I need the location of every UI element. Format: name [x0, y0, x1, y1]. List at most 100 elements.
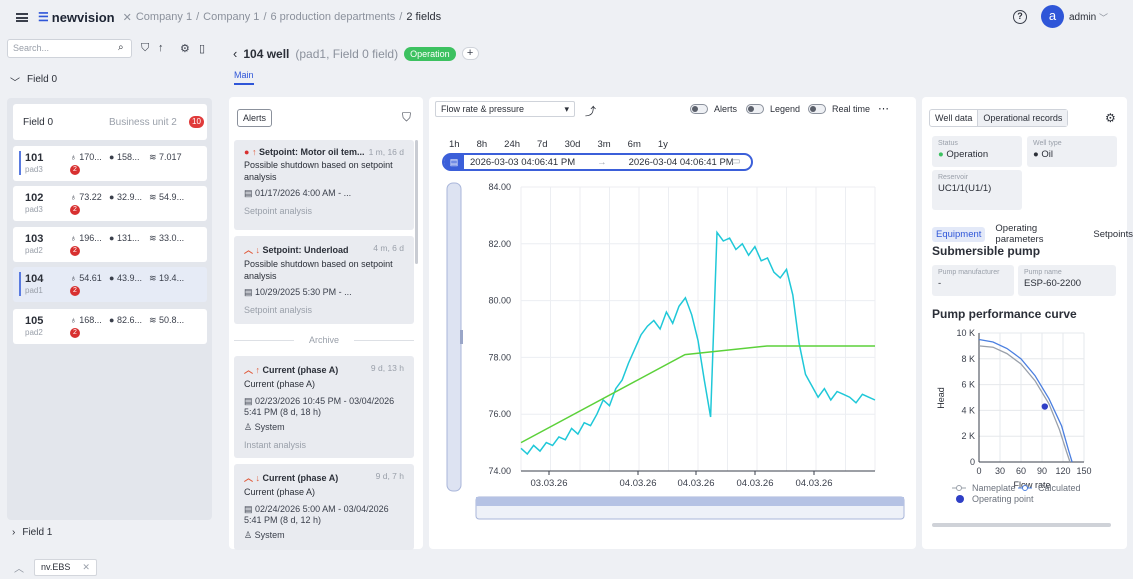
breadcrumb-item[interactable]: Company 1 — [136, 11, 192, 23]
filter-icon[interactable]: ⛉ — [141, 42, 149, 55]
date-range-picker[interactable]: 2026-03-03 04:06:41 PM → 2026-03-04 04:0… — [442, 153, 753, 171]
alert-card[interactable]: ︿ ↑ Current (phase A) 9 d, 13 h Current (… — [234, 356, 414, 458]
range-3m[interactable]: 3m — [597, 139, 610, 150]
y-tick-label: 82.00 — [488, 239, 511, 249]
alert-card[interactable]: ● ↑ Setpoint: Motor oil tem... 1 m, 16 d … — [234, 140, 414, 230]
add-icon[interactable]: + — [461, 47, 479, 60]
well-title: 104 well — [243, 46, 290, 61]
chevron-down-icon: ﹀ — [10, 78, 20, 89]
drop-icon: ● — [1033, 149, 1039, 160]
y-tick-label: 0 — [970, 457, 975, 467]
alerts-button[interactable]: Alerts — [237, 109, 273, 127]
field-0-header[interactable]: ﹀ Field 0 — [10, 74, 57, 89]
tab-operating-parameters[interactable]: Operating parameters — [995, 223, 1083, 245]
sort-up-icon[interactable]: ↑ — [158, 42, 164, 54]
breadcrumb-item[interactable]: Company 1 — [203, 11, 259, 23]
y-tick-label: 76.00 — [488, 409, 511, 419]
alert-card[interactable]: ︿ ↓ Current (phase A) 9 d, 7 h Current (p… — [234, 464, 414, 550]
range-8h[interactable]: 8h — [477, 139, 488, 150]
chevron-up-icon: ︿ — [244, 473, 254, 483]
y-tick-label: 2 K — [961, 431, 975, 441]
alert-card[interactable]: ︿ ↓ Setpoint: Underload 4 m, 6 d Possible… — [234, 236, 414, 324]
pump-name-field: Pump name ESP-60-2200 — [1018, 265, 1116, 296]
status-badge: Operation — [404, 46, 456, 61]
alarm-badge: 2 — [70, 328, 80, 338]
y-tick-label: 80.00 — [488, 296, 511, 306]
well-subtitle: (pad1, Field 0 field) — [295, 46, 399, 61]
realtime-toggle[interactable] — [808, 104, 826, 114]
avatar[interactable]: a — [1041, 5, 1064, 28]
range-1y[interactable]: 1y — [658, 139, 668, 150]
range-selector: 1h 8h 24h 7d 30d 3m 6m 1y — [449, 139, 668, 150]
arrow-up-icon: ↑ — [251, 147, 257, 157]
gear-icon[interactable]: ⚙ — [1105, 111, 1116, 125]
main-chart[interactable]: 84.00 82.00 80.00 78.00 76.00 74.00 03.03.26 0… — [429, 175, 916, 530]
bottom-tab[interactable]: nv.EBS ✕ — [34, 559, 97, 576]
well-item-105[interactable]: 105 pad2 ♁ 168... ● 82.6... ≋ 50.8... 2 — [13, 309, 207, 344]
menu-icon[interactable] — [16, 12, 28, 22]
search-input[interactable]: Search... — [7, 39, 132, 58]
tab-well-data[interactable]: Well data — [930, 110, 979, 126]
alerts-scrollbar[interactable] — [415, 140, 418, 264]
document-icon[interactable]: ▯ — [199, 42, 205, 55]
tab-main[interactable]: Main — [234, 70, 254, 85]
well-item-102[interactable]: 102 pad3 ♁ 73.22 ● 32.9... ≋ 54.9... 2 — [13, 186, 207, 221]
field-1-header[interactable]: › Field 1 — [12, 527, 52, 538]
user-name[interactable]: admin — [1069, 12, 1096, 23]
date-to[interactable]: 2026-03-04 04:06:41 PM — [629, 157, 734, 168]
filter-icon[interactable]: ⛉ — [402, 110, 411, 125]
x-tick-label: 60 — [1016, 466, 1026, 476]
calendar-icon[interactable]: ▭ — [731, 156, 740, 167]
right-scrollbar[interactable] — [932, 523, 1111, 527]
legend-toggle[interactable] — [746, 104, 764, 114]
more-icon[interactable]: ⋯ — [878, 102, 889, 115]
error-icon: ● — [244, 147, 250, 157]
alarm-badge: 2 — [70, 205, 80, 215]
calendar-icon: ▤ — [244, 287, 253, 298]
field-card[interactable]: Field 0 Business unit 2 10 — [13, 104, 207, 140]
well-item-104[interactable]: 104 pad1 ♁ 54.61 ● 43.9... ≋ 19.4... 2 — [13, 267, 207, 302]
caret-down-icon: ▾ — [564, 104, 569, 114]
back-icon[interactable]: ‹ — [233, 46, 237, 61]
pump-title: Submersible pump — [932, 244, 1041, 258]
range-7d[interactable]: 7d — [537, 139, 548, 150]
date-from[interactable]: 2026-03-03 04:06:41 PM — [470, 157, 575, 168]
parameter-select[interactable]: Flow rate & pressure ▾ — [435, 101, 575, 117]
well-header: ‹ 104 well (pad1, Field 0 field) Operati… — [233, 46, 479, 61]
status-dot-icon: ● — [938, 149, 944, 160]
chevron-up-icon[interactable]: ︿ — [14, 560, 24, 575]
top-bar: ☰ newvision ✕ Company 1/ Company 1/ 6 pro… — [0, 0, 1133, 34]
calendar-icon[interactable]: ▤ — [444, 154, 464, 170]
arrow-down-icon: ↓ — [255, 473, 261, 483]
search-icon[interactable]: ⌕ — [118, 42, 124, 53]
x-scrollbar-bar — [476, 497, 904, 506]
tab-setpoints[interactable]: Setpoints — [1093, 229, 1133, 240]
help-icon[interactable]: ? — [1013, 10, 1027, 24]
range-6m[interactable]: 6m — [628, 139, 641, 150]
trend-icon[interactable]: ⤴ — [585, 103, 596, 119]
breadcrumb-item[interactable]: 6 production departments — [271, 11, 396, 23]
x-tick-label: 120 — [1055, 466, 1070, 476]
well-item-101[interactable]: 101 pad3 ♁ 170... ● 158... ≋ 7.017 2 — [13, 146, 207, 181]
logo[interactable]: ☰ newvision — [38, 10, 115, 25]
close-icon[interactable]: ✕ — [82, 562, 90, 573]
x-tick-label: 150 — [1076, 466, 1091, 476]
range-1h[interactable]: 1h — [449, 139, 460, 150]
tab-equipment[interactable]: Equipment — [932, 226, 986, 242]
well-item-103[interactable]: 103 pad2 ♁ 196... ● 131... ≋ 33.0... 2 — [13, 227, 207, 262]
range-30d[interactable]: 30d — [565, 139, 581, 150]
count-badge: 10 — [189, 116, 204, 128]
range-24h[interactable]: 24h — [504, 139, 520, 150]
alerts-toggle[interactable] — [690, 104, 708, 114]
pump-curve-chart[interactable]: 10 K8 K6 K4 K2 K0 0 30 60 90 120 150 Head Flo… — [922, 322, 1127, 512]
chevron-right-icon: › — [12, 527, 16, 538]
chevron-down-icon[interactable]: ﹀ — [1099, 11, 1108, 24]
legend-operating-point: Operating point — [972, 494, 1034, 504]
close-icon[interactable]: ✕ — [123, 11, 132, 24]
operating-point — [1041, 403, 1048, 410]
archive-divider: Archive — [234, 335, 414, 345]
settings-icon[interactable]: ⚙ — [180, 42, 190, 55]
calendar-icon: ▤ — [244, 503, 253, 514]
tab-operational-records[interactable]: Operational records — [978, 110, 1068, 126]
reservoir-field: Reservoir UC1/1(U1/1) — [932, 170, 1022, 210]
